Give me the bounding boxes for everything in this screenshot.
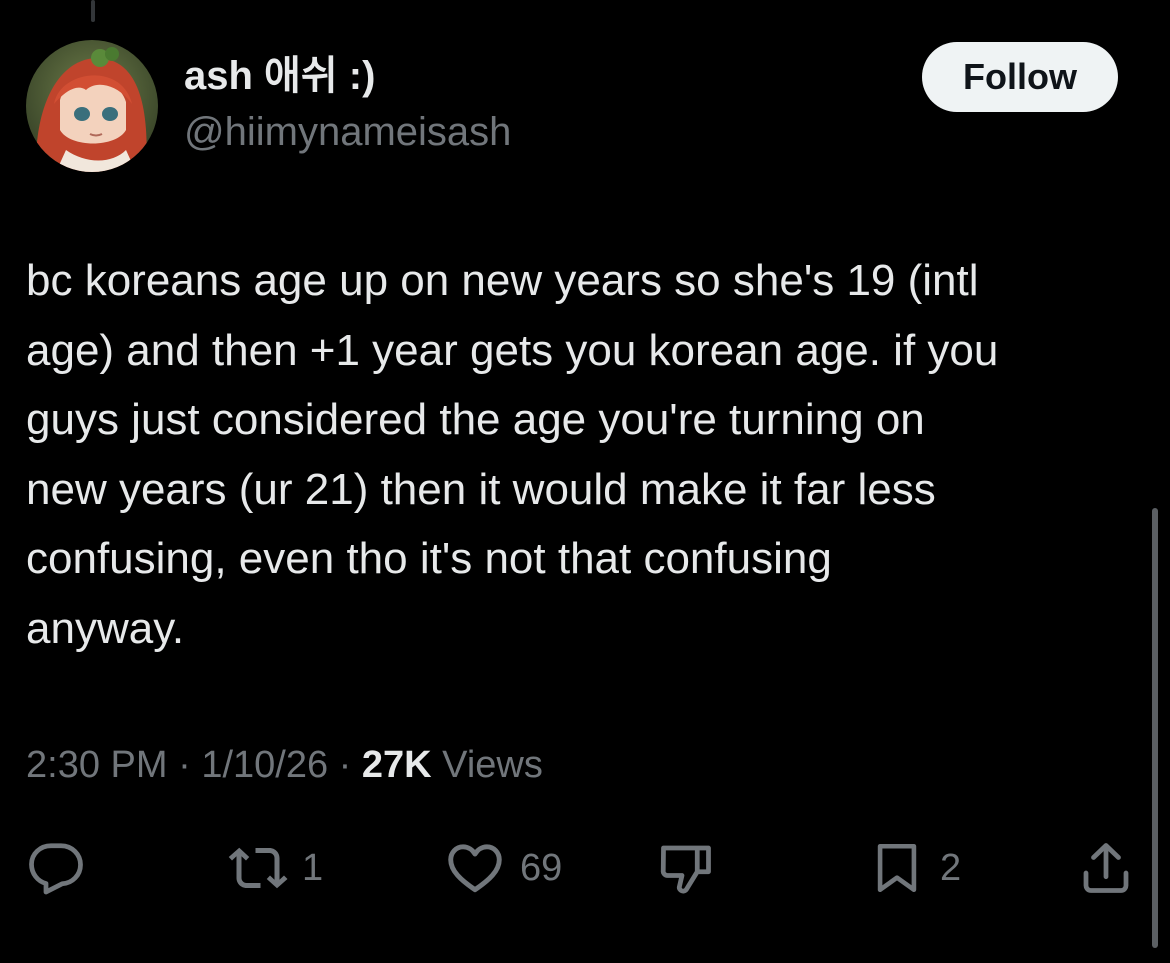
tweet-text-line: confusing, even tho it's not that confus… — [26, 534, 832, 583]
bookmark-count: 2 — [940, 846, 962, 889]
thumbs-down-icon — [660, 845, 711, 894]
tweet-date[interactable]: 1/10/26 — [201, 744, 328, 786]
retweet-button[interactable]: 1 — [228, 836, 323, 900]
views-label: Views — [442, 744, 543, 786]
scrollbar[interactable] — [1152, 508, 1158, 948]
author-display-name[interactable]: ash 애쉬 :) — [184, 52, 375, 100]
dislike-button[interactable] — [656, 836, 716, 900]
meta-separator: · — [338, 744, 352, 786]
follow-button[interactable]: Follow — [922, 42, 1118, 112]
author-handle[interactable]: @hiimynameisash — [184, 108, 511, 156]
tweet-action-bar: 1 69 2 — [0, 836, 1170, 900]
avatar[interactable] — [26, 40, 158, 172]
thread-connector-line — [91, 0, 95, 22]
tweet-text: bc koreans age up on new years so she's … — [26, 246, 1136, 663]
tweet-text-line: age) and then +1 year gets you korean ag… — [26, 325, 999, 375]
retweet-count: 1 — [302, 846, 324, 889]
like-count: 69 — [520, 846, 563, 889]
share-button[interactable] — [1076, 836, 1136, 900]
tweet-time[interactable]: 2:30 PM — [26, 744, 168, 786]
reply-button[interactable] — [26, 836, 86, 900]
like-button[interactable]: 69 — [444, 836, 562, 900]
views-count: 27K — [361, 744, 432, 786]
avatar-image — [26, 40, 158, 172]
tweet-text-line: anyway. — [26, 603, 185, 653]
reply-icon — [29, 843, 83, 895]
heart-icon — [448, 844, 502, 893]
tweet-text-line: guys just considered the age you're turn… — [26, 395, 925, 444]
meta-separator: · — [178, 744, 191, 786]
share-icon — [1083, 843, 1129, 893]
bookmark-button[interactable]: 2 — [868, 836, 961, 900]
tweet-text-line: bc koreans age up on new years so she's … — [26, 256, 979, 305]
tweet-text-line: new years (ur 21) then it would make it … — [26, 464, 936, 514]
retweet-icon — [228, 847, 288, 889]
bookmark-icon — [877, 843, 917, 893]
tweet-metadata: 2:30 PM · 1/10/26 · 27K Views — [26, 740, 543, 790]
